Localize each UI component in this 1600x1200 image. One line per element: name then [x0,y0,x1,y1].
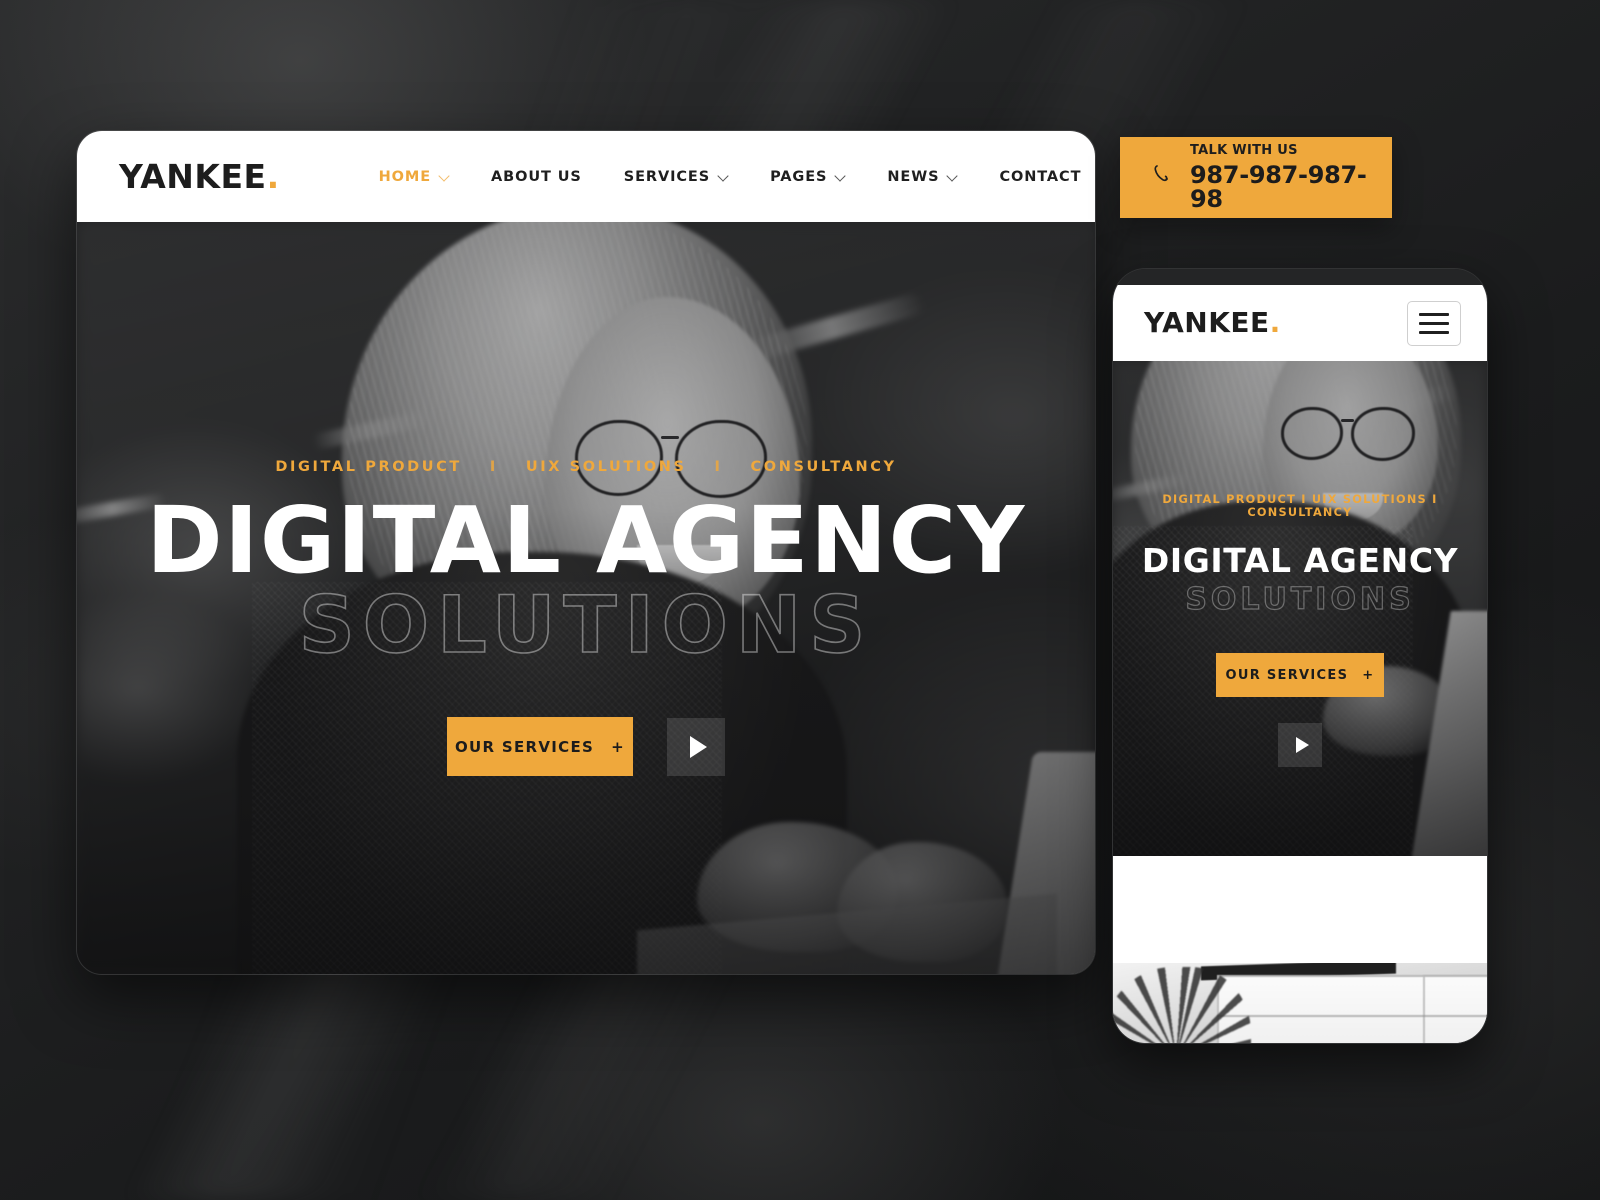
mobile-our-services-button[interactable]: OUR SERVICES + [1216,653,1384,697]
chevron-down-icon [719,172,728,181]
plus-icon: + [1362,667,1375,683]
phone-icon [1150,163,1174,192]
nav-label: HOME [378,168,432,185]
talk-with-us-label: TALK WITH US [1190,143,1298,158]
desktop-mockup: YANKEE. HOME ABOUT US SERVICES PAGES NEW… [76,130,1096,975]
mobile-hero-subheadline: SOLUTIONS [1185,581,1415,617]
hero-cta-row: OUR SERVICES + [447,717,725,777]
our-services-label: OUR SERVICES [1225,667,1349,683]
desktop-hero: DIGITAL PRODUCT I UIX SOLUTIONS I CONSUL… [77,222,1095,974]
tagline-item-1: DIGITAL PRODUCT [275,459,462,475]
mobile-header: YANKEE. [1113,285,1487,361]
phone-number[interactable]: 987-987-987-98 [1190,163,1392,211]
chevron-down-icon [440,172,449,181]
logo-text: YANKEE [1144,306,1270,339]
hero-tagline: DIGITAL PRODUCT I UIX SOLUTIONS I CONSUL… [275,459,896,475]
nav-label: ABOUT US [491,168,582,185]
chevron-down-icon [948,172,957,181]
play-icon [689,735,707,758]
mobile-hero-headline: DIGITAL AGENCY [1141,541,1459,580]
talk-with-us-text: TALK WITH US 987-987-987-98 [1190,144,1392,211]
hero-headline: DIGITAL AGENCY [146,487,1026,594]
nav-label: SERVICES [623,168,711,185]
desktop-hero-content: DIGITAL PRODUCT I UIX SOLUTIONS I CONSUL… [77,222,1095,974]
tagline-item-2: UIX SOLUTIONS [525,459,687,475]
talk-with-us-panel[interactable]: TALK WITH US 987-987-987-98 [1120,137,1392,218]
desktop-header: YANKEE. HOME ABOUT US SERVICES PAGES NEW… [77,131,1095,222]
nav-label: PAGES [770,168,828,185]
desktop-nav: HOME ABOUT US SERVICES PAGES NEWS CONTAC… [358,168,1095,185]
nav-item-news[interactable]: NEWS [866,169,978,185]
our-services-button[interactable]: OUR SERVICES + [447,717,633,777]
logo[interactable]: YANKEE. [119,160,280,193]
hero-subheadline: SOLUTIONS [298,581,874,672]
mobile-hero: DIGITAL PRODUCT I UIX SOLUTIONS I CONSUL… [1113,361,1487,856]
chevron-down-icon [836,172,845,181]
mobile-screen: DIGITAL PRODUCT I UIX SOLUTIONS I CONSUL… [1113,269,1487,1043]
tagline-separator: I [714,459,723,475]
logo-dot: . [1269,306,1281,339]
nav-label: NEWS [887,168,940,185]
tagline-item-3: CONSULTANCY [750,459,897,475]
nav-item-about-us[interactable]: ABOUT US [470,169,603,185]
logo-dot: . [266,157,280,196]
nav-label: CONTACT [999,168,1082,185]
mobile-content-band [1113,856,1487,963]
nav-item-pages[interactable]: PAGES [749,169,866,185]
mobile-bottom-photo [1113,963,1487,1043]
logo-text: YANKEE [119,157,267,196]
mobile-hero-content: DIGITAL PRODUCT I UIX SOLUTIONS I CONSUL… [1113,361,1487,856]
tagline-separator: I [489,459,498,475]
nav-item-services[interactable]: SERVICES [603,169,749,185]
mobile-mockup: DIGITAL PRODUCT I UIX SOLUTIONS I CONSUL… [1112,268,1488,1044]
mobile-play-video-button[interactable] [1278,723,1322,767]
mobile-logo[interactable]: YANKEE. [1144,309,1281,337]
nav-item-contact[interactable]: CONTACT [978,168,1095,185]
nav-item-home[interactable]: HOME [358,169,470,185]
mobile-cta-row: OUR SERVICES + [1216,653,1384,767]
our-services-label: OUR SERVICES [454,737,595,756]
play-video-button[interactable] [667,717,725,776]
hamburger-menu-icon[interactable] [1407,300,1461,346]
mobile-hero-tagline: DIGITAL PRODUCT I UIX SOLUTIONS I CONSUL… [1162,493,1438,519]
plus-icon: + [611,737,626,756]
play-icon [1295,737,1309,753]
